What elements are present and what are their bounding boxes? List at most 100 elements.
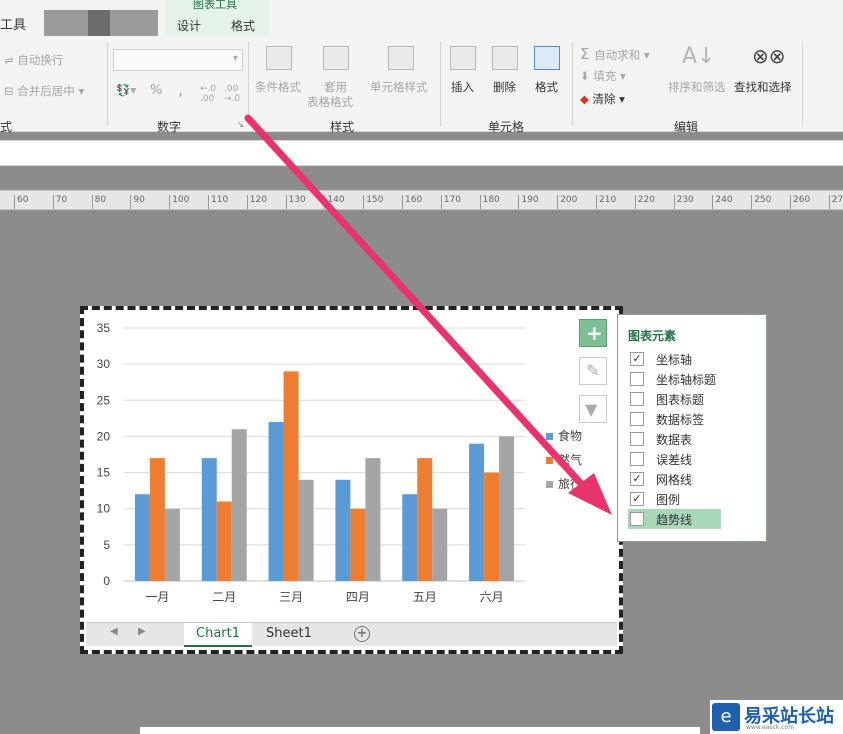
- chart-element-option[interactable]: ✓ 网格线: [630, 469, 760, 489]
- tab-format[interactable]: 格式: [231, 17, 255, 34]
- ruler-tick: 80: [91, 195, 106, 209]
- chart-element-option[interactable]: 数据标签: [630, 409, 760, 429]
- y-tick-label: 25: [97, 393, 111, 407]
- tab-sheet1[interactable]: Sheet1: [254, 623, 324, 647]
- horizontal-scrollbar[interactable]: [140, 727, 700, 734]
- dialog-launcher-icon[interactable]: ↘: [237, 120, 244, 129]
- panel-title: 图表元素: [628, 329, 677, 343]
- formula-bar[interactable]: [0, 140, 843, 166]
- merge-center-button[interactable]: ⊟ 合并后居中 ▾: [4, 83, 84, 99]
- legend-label: 食物: [558, 428, 582, 443]
- option-label: 图例: [656, 493, 681, 507]
- currency-button[interactable]: 💱▾: [116, 83, 136, 97]
- option-label: 误差线: [656, 453, 693, 467]
- bar-旅行: [499, 436, 515, 581]
- ruler-tick: 270: [828, 195, 843, 209]
- logo-sub: www.easck.com: [746, 724, 795, 731]
- logo-icon: e: [712, 703, 740, 731]
- table-format-line2[interactable]: 表格格式: [307, 94, 353, 110]
- bar-旅行: [365, 458, 381, 581]
- delete-button[interactable]: 删除: [493, 79, 516, 95]
- divider: [802, 42, 803, 126]
- y-tick-label: 20: [97, 429, 111, 443]
- wrap-text-button[interactable]: ⇌ 自动换行: [4, 52, 63, 68]
- insert-icon: [450, 46, 476, 70]
- cell-style-icon: [388, 46, 414, 70]
- sort-filter-icon: A↓: [682, 44, 716, 69]
- checkbox[interactable]: [630, 392, 644, 406]
- wrap-text-icon: ⇌: [4, 53, 18, 67]
- ruler-tick: 170: [440, 195, 461, 209]
- ruler-tick: 60: [14, 195, 28, 209]
- chart-element-option[interactable]: 数据表: [630, 429, 760, 449]
- insert-button[interactable]: 插入: [451, 79, 474, 95]
- autosum-button[interactable]: Σ 自动求和 ▾: [580, 45, 650, 63]
- decrease-decimal-icon[interactable]: .00 →.0: [224, 84, 240, 104]
- ruler-tick: 70: [52, 195, 67, 209]
- chart-element-option[interactable]: ✓ 坐标轴: [630, 349, 760, 369]
- sheet-tab-bar: ◀ ▶ Chart1 Sheet1 +: [86, 622, 617, 647]
- legend-swatch: [546, 481, 553, 488]
- currency-icon: 💱▾: [116, 83, 137, 97]
- tab-design[interactable]: 设计: [177, 17, 201, 34]
- checkbox[interactable]: [630, 372, 644, 386]
- checkbox[interactable]: ✓: [630, 352, 644, 366]
- ruler-tick: 160: [402, 195, 422, 209]
- bar-天然气: [484, 472, 500, 581]
- option-label: 趋势线: [656, 513, 693, 527]
- checkbox[interactable]: ✓: [630, 492, 644, 506]
- bar-旅行: [164, 508, 180, 581]
- sort-filter-button[interactable]: 排序和筛选: [668, 79, 726, 95]
- chart-element-option[interactable]: 趋势线: [628, 509, 721, 529]
- bar-天然气: [216, 501, 232, 581]
- bar-旅行: [432, 508, 448, 581]
- fill-down-icon: ⬇: [580, 69, 594, 83]
- fill-button[interactable]: ⬇ 填充 ▾: [580, 68, 626, 84]
- table-format-line1[interactable]: 套用: [324, 79, 347, 95]
- cell-style-button[interactable]: 单元格样式: [370, 79, 428, 95]
- find-select-button[interactable]: 查找和选择: [734, 79, 792, 95]
- sigma-icon: Σ: [580, 45, 595, 63]
- ruler-tick: 230: [673, 195, 694, 209]
- clear-button[interactable]: ◆ 清除 ▾: [580, 91, 625, 107]
- chart-elements-button[interactable]: +: [579, 319, 607, 347]
- add-sheet-button[interactable]: +: [354, 626, 370, 642]
- ruler-tick: 260: [790, 195, 810, 209]
- number-format-dropdown[interactable]: ▾: [113, 49, 243, 71]
- chart-element-option[interactable]: 图表标题: [630, 389, 760, 409]
- x-tick-label: 一月: [145, 590, 169, 604]
- checkbox[interactable]: [630, 412, 644, 426]
- scroll-right-icon[interactable]: ▶: [138, 626, 146, 637]
- bar-天然气: [149, 458, 165, 581]
- chart-element-option[interactable]: ✓ 图例: [630, 489, 760, 509]
- tab-chart1[interactable]: Chart1: [184, 623, 252, 647]
- binoculars-icon: ⊗⊗: [752, 44, 786, 68]
- bar-食物: [402, 494, 418, 581]
- brush-icon: ✎: [586, 361, 600, 380]
- chart-filter-button[interactable]: ▼: [579, 395, 607, 423]
- checkbox[interactable]: [630, 432, 644, 446]
- alignment-group-label-partial: 式: [0, 120, 13, 134]
- ruler-tick: 100: [169, 195, 189, 209]
- tab-tools-partial[interactable]: 工具: [0, 14, 26, 33]
- legend-swatch: [546, 457, 553, 464]
- ruler: 60 70 80 90 100 110 120 130 140 150 160 170 180 190 20…: [0, 190, 843, 210]
- chart-element-option[interactable]: 坐标轴标题: [630, 369, 760, 389]
- chart-element-option[interactable]: 误差线: [630, 449, 760, 469]
- eraser-icon: ◆: [580, 92, 593, 106]
- comma-button[interactable]: ,: [178, 80, 183, 99]
- increase-decimal-icon[interactable]: ←.0.00: [200, 84, 216, 104]
- delete-icon: [492, 46, 518, 70]
- plus-icon: +: [586, 321, 603, 345]
- checkbox[interactable]: ✓: [630, 472, 644, 486]
- format-button[interactable]: 格式: [535, 79, 558, 95]
- checkbox[interactable]: [630, 512, 644, 526]
- bar-天然气: [283, 371, 299, 581]
- conditional-format-button[interactable]: 条件格式: [255, 79, 301, 95]
- percent-button[interactable]: %: [150, 83, 162, 98]
- ruler-tick: 250: [751, 195, 771, 209]
- scroll-left-icon[interactable]: ◀: [110, 626, 118, 637]
- checkbox[interactable]: [630, 452, 644, 466]
- chart-styles-button[interactable]: ✎: [579, 357, 607, 385]
- styles-group-label: 样式: [330, 120, 355, 134]
